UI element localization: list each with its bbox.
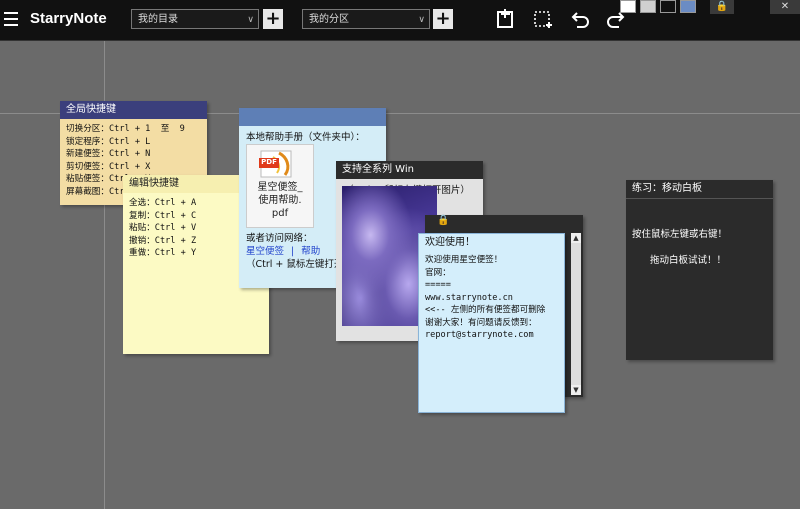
note-line: 剪切便签：Ctrl + X (66, 161, 151, 172)
menu-icon[interactable] (4, 12, 18, 26)
note-line: www.starrynote.cn (425, 292, 513, 303)
scroll-down-icon[interactable]: ▼ (571, 385, 581, 395)
top-toolbar: StarryNote 我的目录 ∨ + 我的分区 ∨ + 🔒 ✕ (0, 0, 800, 41)
section-select[interactable]: 我的分区 ∨ (302, 9, 430, 29)
section-select-value: 我的分区 (309, 14, 349, 25)
pdf-file-name: 星空便签_ 使用帮助. pdf (247, 181, 313, 220)
pdf-file[interactable]: PDF 星空便签_ 使用帮助. pdf (246, 144, 314, 228)
color-swatch-blue[interactable] (680, 0, 696, 13)
scrollbar[interactable]: ▲ ▼ (571, 233, 581, 395)
close-button[interactable]: ✕ (770, 0, 800, 14)
undo-icon[interactable] (569, 8, 591, 30)
add-section-button[interactable]: + (433, 9, 453, 29)
directory-select-value: 我的目录 (138, 14, 178, 25)
note-title-bar (239, 108, 386, 126)
note-line: <<-- 左侧的所有便签都可删除 (425, 305, 546, 315)
new-note-icon[interactable] (495, 8, 517, 30)
whiteboard-line: 按住鼠标左键或右键！ (632, 229, 728, 240)
whiteboard-line: 拖动白板试试！！ (650, 255, 727, 266)
chevron-down-icon: ∨ (247, 15, 254, 25)
pdf-name-line: pdf (271, 208, 289, 219)
note-line: 官网： (425, 267, 451, 278)
color-swatch-black[interactable] (660, 0, 676, 13)
color-swatch-white[interactable] (620, 0, 636, 13)
color-swatch-gray[interactable] (640, 0, 656, 13)
note-title: 欢迎使用！ (425, 237, 475, 248)
note-line: 欢迎使用星空便签！ (425, 255, 503, 265)
lock-button[interactable]: 🔒 (710, 0, 734, 14)
help-links: 星空便签 | 帮助 (246, 243, 320, 257)
note-title: 支持全系列 Win (336, 161, 483, 179)
lock-icon[interactable]: 🔒 (437, 215, 449, 226)
help-or-visit: 或者访问网络： (246, 233, 313, 244)
note-title: 全局快捷键 (60, 101, 207, 119)
app-title: StarryNote (30, 10, 107, 27)
note-body: 欢迎使用星空便签！ 官网： ===== www.starrynote.cn <<… (419, 252, 564, 346)
note-title: 练习：移动白板 (626, 180, 773, 199)
help-intro: 本地帮助手册（文件夹中）： (246, 132, 365, 143)
pdf-name-line: 使用帮助. (258, 195, 302, 206)
help-hint: （Ctrl + 鼠标左键打开 (246, 259, 344, 270)
add-directory-button[interactable]: + (263, 9, 283, 29)
note-line: 切换分区：Ctrl + 1 至 9 (66, 124, 185, 134)
scroll-up-icon[interactable]: ▲ (571, 233, 581, 243)
note-welcome[interactable]: 欢迎使用！ 欢迎使用星空便签！ 官网： ===== www.starrynote… (418, 233, 565, 413)
note-whiteboard-practice[interactable]: 练习：移动白板 按住鼠标左键或右键！ 拖动白板试试！！ (626, 180, 773, 360)
note-line: 新建便签：Ctrl + N (66, 149, 151, 159)
directory-select[interactable]: 我的目录 ∨ (131, 9, 259, 29)
note-line: ===== (425, 280, 451, 290)
chevron-down-icon: ∨ (418, 15, 425, 25)
note-line: report@starrynote.com (425, 330, 534, 340)
note-line: 谢谢大家！有问题请反馈到： (425, 317, 537, 328)
pdf-badge-label: PDF (261, 158, 277, 166)
region-select-icon[interactable] (532, 8, 554, 30)
pdf-name-line: 星空便签_ (257, 182, 303, 193)
note-line: 锁定程序：Ctrl + L (66, 136, 151, 147)
